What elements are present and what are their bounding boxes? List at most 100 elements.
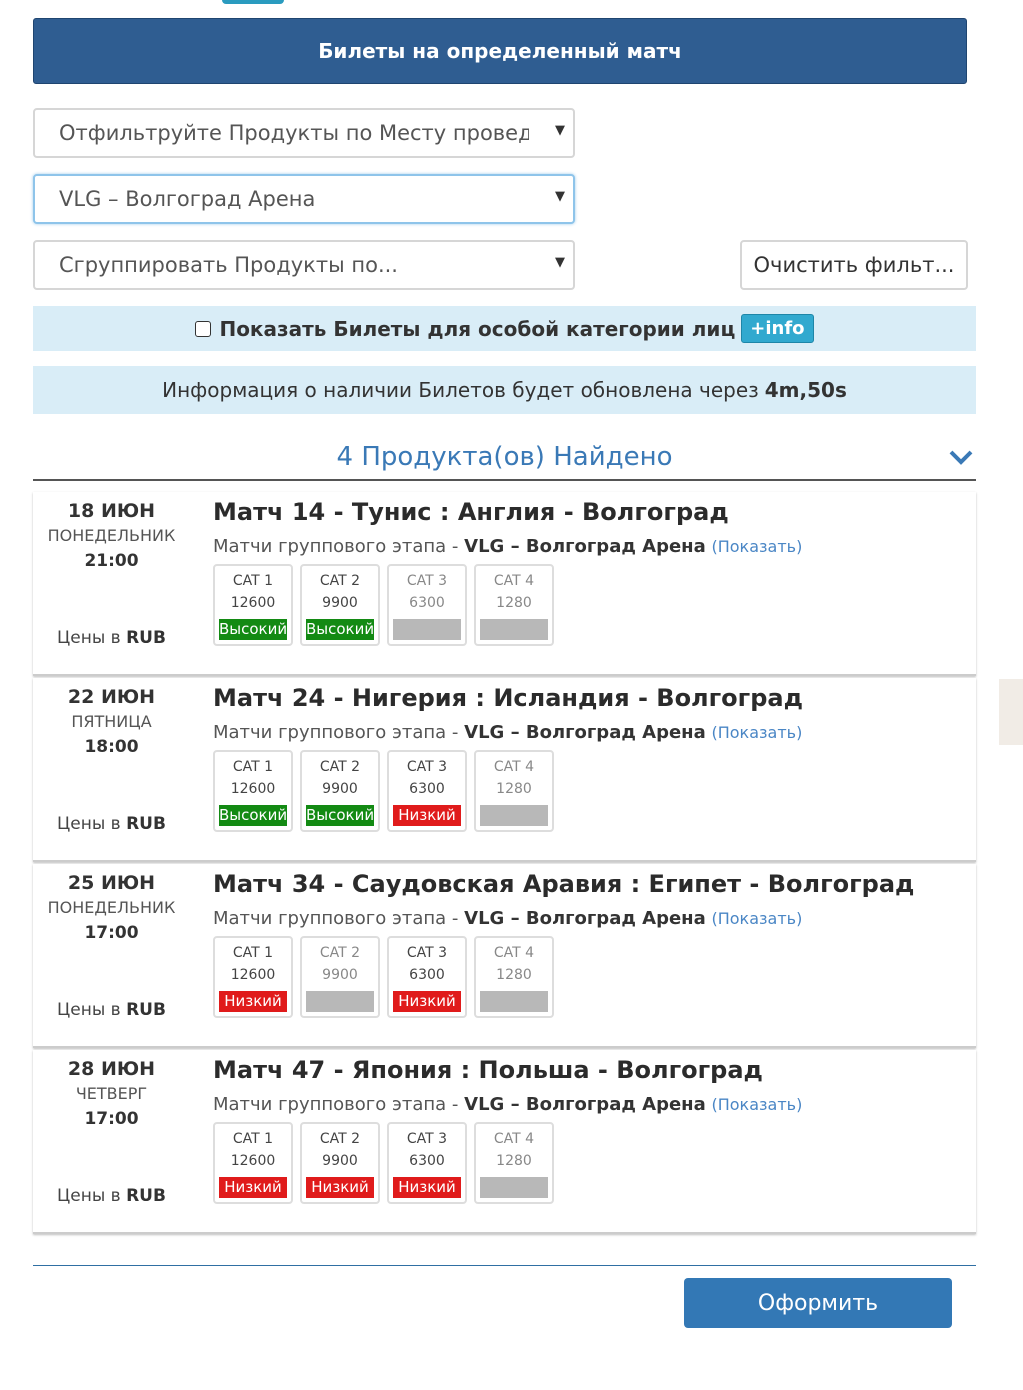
prices-prefix: Цены в <box>57 814 121 834</box>
category-tile[interactable]: CAT 1 12600 Низкий <box>213 1122 293 1204</box>
group-by-text: Сгруппировать Продукты по... <box>59 253 398 277</box>
availability-status: Низкий <box>393 1177 461 1198</box>
availability-status: Низкий <box>219 1177 287 1198</box>
category-name: CAT 2 <box>319 573 361 589</box>
currency: RUB <box>126 628 166 648</box>
category-name: CAT 4 <box>493 573 535 589</box>
category-list: CAT 1 12600 Низкий CAT 2 9900 CAT 3 6300… <box>213 936 561 1018</box>
category-name: CAT 3 <box>406 759 448 775</box>
category-name: CAT 2 <box>319 945 361 961</box>
category-tile[interactable]: CAT 4 1280 <box>474 564 554 646</box>
match-date-column: 18 ИЮН ПОНЕДЕЛЬНИК 21:00 <box>33 492 190 571</box>
match-time: 21:00 <box>84 551 139 571</box>
category-tile[interactable]: CAT 1 12600 Высокий <box>213 750 293 832</box>
category-price: 9900 <box>322 1153 358 1169</box>
show-venue-link[interactable]: (Показать) <box>711 537 802 556</box>
category-tile[interactable]: CAT 4 1280 <box>474 1122 554 1204</box>
match-card: 22 ИЮН ПЯТНИЦА 18:00 Цены в RUB Матч 24 … <box>33 678 976 862</box>
match-time: 18:00 <box>84 737 139 757</box>
match-card: 18 ИЮН ПОНЕДЕЛЬНИК 21:00 Цены в RUB Матч… <box>33 492 976 676</box>
show-venue-link[interactable]: (Показать) <box>711 723 802 742</box>
match-venue: VLG – Волгоград Арена <box>464 536 706 557</box>
category-price: 1280 <box>496 1153 532 1169</box>
currency: RUB <box>126 1186 166 1206</box>
match-title: Матч 34 - Саудовская Аравия : Египет - В… <box>213 870 915 898</box>
special-category-checkbox[interactable] <box>195 320 212 337</box>
info-button[interactable]: +info <box>741 314 814 343</box>
category-price: 1280 <box>496 595 532 611</box>
category-tile[interactable]: CAT 4 1280 <box>474 750 554 832</box>
match-weekday: ЧЕТВЕРГ <box>75 1084 148 1103</box>
results-count: 4 Продукта(ов) Найдено <box>336 442 673 472</box>
category-price: 9900 <box>322 967 358 983</box>
results-header: 4 Продукта(ов) Найдено <box>33 440 976 481</box>
match-subtitle: Матчи группового этапа - VLG – Волгоград… <box>213 536 802 557</box>
show-venue-link[interactable]: (Показать) <box>711 1095 802 1114</box>
match-title: Матч 24 - Нигерия : Исландия - Волгоград <box>213 684 803 712</box>
prices-prefix: Цены в <box>57 628 121 648</box>
availability-status <box>393 619 461 640</box>
divider <box>33 1265 976 1266</box>
match-time: 17:00 <box>84 923 139 943</box>
match-subtitle: Матчи группового этапа - VLG – Волгоград… <box>213 722 802 743</box>
match-weekday: ПОНЕДЕЛЬНИК <box>47 898 176 917</box>
match-date-column: 28 ИЮН ЧЕТВЕРГ 17:00 <box>33 1050 190 1129</box>
category-name: CAT 1 <box>232 1131 274 1147</box>
clear-filters-button[interactable]: Очистить фильт... <box>740 240 968 290</box>
availability-status: Высокий <box>219 805 288 826</box>
category-price: 9900 <box>322 595 358 611</box>
availability-status: Высокий <box>306 619 375 640</box>
category-tile[interactable]: CAT 1 12600 Низкий <box>213 936 293 1018</box>
match-date-column: 22 ИЮН ПЯТНИЦА 18:00 <box>33 678 190 757</box>
match-card: 25 ИЮН ПОНЕДЕЛЬНИК 17:00 Цены в RUB Матч… <box>33 864 976 1048</box>
category-price: 12600 <box>230 781 276 797</box>
category-tile[interactable]: CAT 2 9900 Низкий <box>300 1122 380 1204</box>
chevron-down-icon[interactable] <box>948 444 974 470</box>
venue-filter-select[interactable]: Отфильтруйте Продукты по Месту проведени… <box>33 108 575 158</box>
category-price: 6300 <box>409 595 445 611</box>
venue-filter-text: Отфильтруйте Продукты по Месту проведени… <box>59 121 529 145</box>
category-tile[interactable]: CAT 2 9900 Высокий <box>300 750 380 832</box>
category-price: 12600 <box>230 595 276 611</box>
category-tile[interactable]: CAT 2 9900 Высокий <box>300 564 380 646</box>
category-name: CAT 2 <box>319 1131 361 1147</box>
page-title: Билеты на определенный матч <box>318 39 682 63</box>
category-tile[interactable]: CAT 4 1280 <box>474 936 554 1018</box>
category-price: 6300 <box>409 781 445 797</box>
match-subtitle: Матчи группового этапа - VLG – Волгоград… <box>213 908 802 929</box>
category-tile[interactable]: CAT 3 6300 Низкий <box>387 936 467 1018</box>
refresh-timer: 4m,50s <box>764 378 847 402</box>
availability-status <box>480 805 548 826</box>
match-stage: Матчи группового этапа - <box>213 722 459 743</box>
category-tile[interactable]: CAT 3 6300 Низкий <box>387 1122 467 1204</box>
availability-status: Высокий <box>306 805 375 826</box>
category-name: CAT 4 <box>493 945 535 961</box>
match-title: Матч 14 - Тунис : Англия - Волгоград <box>213 498 729 526</box>
prices-currency: Цены в RUB <box>33 628 190 648</box>
checkout-button[interactable]: Оформить <box>684 1278 952 1328</box>
availability-status <box>480 991 548 1012</box>
match-date: 25 ИЮН <box>67 872 156 894</box>
venue-selected-select[interactable]: VLG – Волгоград Арена ▼ <box>33 174 575 224</box>
category-list: CAT 1 12600 Высокий CAT 2 9900 Высокий C… <box>213 750 561 832</box>
match-date: 22 ИЮН <box>67 686 156 708</box>
category-tile[interactable]: CAT 3 6300 Низкий <box>387 750 467 832</box>
refresh-info-band: Информация о наличии Билетов будет обнов… <box>33 366 976 414</box>
category-name: CAT 2 <box>319 759 361 775</box>
category-tile[interactable]: CAT 3 6300 <box>387 564 467 646</box>
category-tile[interactable]: CAT 2 9900 <box>300 936 380 1018</box>
show-venue-link[interactable]: (Показать) <box>711 909 802 928</box>
availability-status <box>480 1177 548 1198</box>
category-list: CAT 1 12600 Низкий CAT 2 9900 Низкий CAT… <box>213 1122 561 1204</box>
dropdown-arrow-icon: ▼ <box>555 255 565 270</box>
category-name: CAT 4 <box>493 1131 535 1147</box>
category-name: CAT 3 <box>406 945 448 961</box>
group-by-select[interactable]: Сгруппировать Продукты по... ▼ <box>33 240 575 290</box>
match-weekday: ПОНЕДЕЛЬНИК <box>47 526 176 545</box>
venue-selected-text: VLG – Волгоград Арена <box>59 187 316 211</box>
category-name: CAT 1 <box>232 573 274 589</box>
match-title: Матч 47 - Япония : Польша - Волгоград <box>213 1056 763 1084</box>
category-tile[interactable]: CAT 1 12600 Высокий <box>213 564 293 646</box>
availability-status: Низкий <box>306 1177 374 1198</box>
side-tab[interactable] <box>999 679 1023 745</box>
